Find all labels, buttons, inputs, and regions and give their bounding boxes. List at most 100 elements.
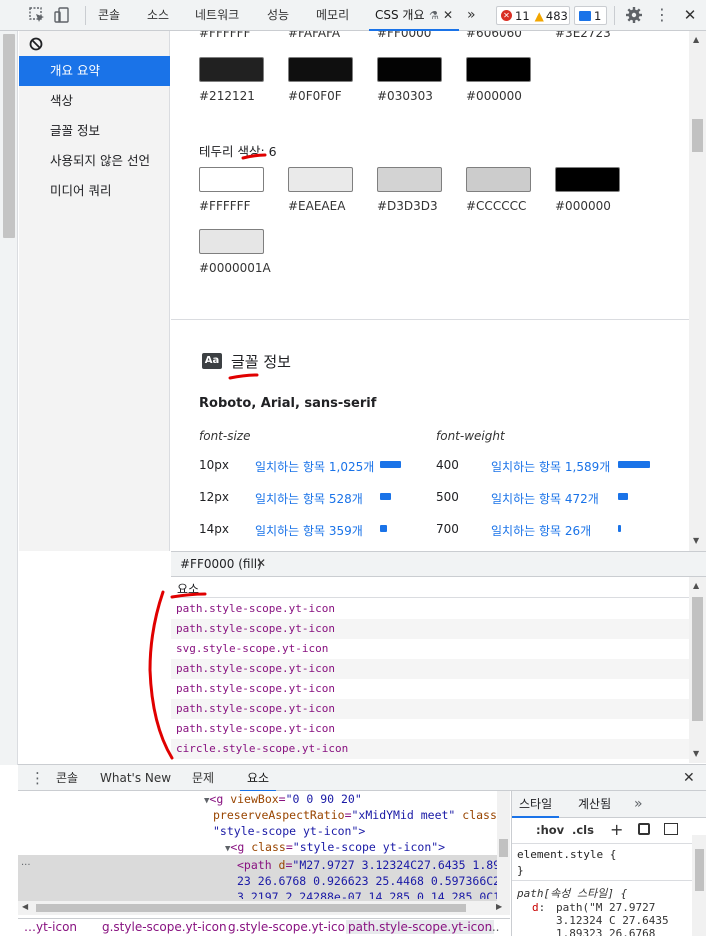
breadcrumb-item[interactable]: …yt-icon: [24, 920, 77, 934]
matching-elements-link[interactable]: 일치하는 항목 1,025개: [255, 458, 374, 475]
matching-elements-link[interactable]: 일치하는 항목 472개: [491, 490, 599, 507]
scroll-up-arrow-icon[interactable]: ▲: [693, 581, 699, 590]
class-toggle-button[interactable]: .cls: [572, 823, 594, 837]
table-row[interactable]: path.style-scope.yt-icon: [171, 659, 689, 679]
matching-elements-link[interactable]: 일치하는 항목 528개: [255, 490, 363, 507]
styles-scrollbar-thumb[interactable]: [695, 849, 704, 891]
scroll-left-arrow-icon[interactable]: ◀: [22, 902, 28, 911]
toggle-sidebar-icon[interactable]: [664, 823, 678, 835]
table-row[interactable]: svg.style-scope.yt-icon: [171, 639, 689, 659]
tab-styles[interactable]: 스타일: [512, 791, 560, 818]
sidebar-item-font-info[interactable]: 글꼴 정보: [19, 116, 170, 146]
dom-node-line[interactable]: preserveAspectRatio="xMidYMid meet" clas…: [18, 807, 510, 823]
drawer-tab-whats-new[interactable]: What's New: [100, 765, 171, 792]
column-header-elements[interactable]: 요소: [177, 580, 199, 597]
paint-brush-icon[interactable]: [638, 823, 650, 835]
drawer-tab-elements[interactable]: 요소: [240, 765, 277, 792]
main-vertical-scrollbar[interactable]: ▲ ▼: [689, 31, 706, 551]
css-property-name[interactable]: d:: [532, 901, 545, 914]
drawer-tab-console[interactable]: 콘솔: [56, 765, 78, 792]
close-selection-tab-icon[interactable]: ✕: [256, 556, 266, 570]
color-swatch[interactable]: [199, 57, 264, 82]
sidebar-item-colors[interactable]: 색상: [19, 86, 170, 116]
sidebar-item-media-queries[interactable]: 미디어 쿼리: [19, 176, 170, 206]
matching-elements-link[interactable]: 일치하는 항목 359개: [255, 522, 363, 539]
tab-sources[interactable]: 소스: [147, 0, 169, 31]
inspect-element-icon[interactable]: [27, 5, 47, 25]
sidebar-item-overview-summary[interactable]: 개요 요약: [19, 56, 170, 86]
experiment-flask-icon: ⚗: [429, 9, 439, 22]
tab-memory[interactable]: 메모리: [316, 0, 349, 31]
color-swatch[interactable]: [199, 167, 264, 192]
error-icon: ✕: [501, 10, 512, 21]
breadcrumb-item[interactable]: g.style-scope.yt-icon: [102, 920, 227, 934]
scroll-down-arrow-icon[interactable]: ▼: [693, 536, 699, 545]
font-family-name: Roboto, Arial, sans-serif: [199, 396, 377, 411]
dom-breadcrumbs: …yt-icon g.style-scope.yt-icon g.style-s…: [18, 918, 510, 936]
code-vertical-scrollbar[interactable]: [497, 791, 510, 904]
matching-elements-link[interactable]: 일치하는 항목 26개: [491, 522, 591, 539]
breadcrumb-item-selected[interactable]: path.style-scope.yt-icon: [346, 920, 495, 934]
dom-node-line[interactable]: <path d="M27.9727 3.12324C27.6435 1.893: [18, 857, 510, 873]
close-tab-icon[interactable]: ✕: [443, 0, 453, 31]
tab-performance[interactable]: 성능: [267, 0, 289, 31]
scroll-up-arrow-icon[interactable]: ▲: [693, 35, 699, 44]
info-counter[interactable]: 1: [574, 6, 607, 25]
tab-computed[interactable]: 계산됨: [578, 791, 611, 817]
color-swatch[interactable]: [466, 167, 531, 192]
color-hex-label: #FAFAFA: [288, 31, 341, 40]
elements-dom-tree[interactable]: ▼<g viewBox="0 0 90 20" preserveAspectRa…: [18, 791, 510, 918]
color-swatch[interactable]: [377, 167, 442, 192]
hover-state-button[interactable]: :hov: [536, 823, 564, 837]
tab-network[interactable]: 네트워크: [195, 0, 239, 31]
color-swatch[interactable]: [288, 57, 353, 82]
color-swatch[interactable]: [555, 167, 620, 192]
more-sidebar-tabs-button[interactable]: »: [634, 791, 643, 817]
sidebar-item-unused-declarations[interactable]: 사용되지 않은 선언: [19, 146, 170, 176]
more-tabs-button[interactable]: »: [467, 0, 476, 31]
font-aa-icon: Aa: [202, 353, 222, 369]
color-swatch[interactable]: [377, 57, 442, 82]
settings-gear-icon[interactable]: [624, 5, 644, 25]
drawer-menu-icon[interactable]: ⋮: [30, 765, 45, 792]
new-style-rule-icon[interactable]: +: [610, 820, 623, 839]
elements-scrollbar[interactable]: ▲ ▼: [689, 577, 706, 763]
clear-overview-icon[interactable]: [29, 37, 43, 51]
breadcrumb-item[interactable]: g.style-scope.yt-icon: [228, 920, 353, 934]
breadcrumb-overflow[interactable]: ...: [488, 920, 499, 934]
table-row[interactable]: path.style-scope.yt-icon: [171, 719, 689, 739]
color-swatch[interactable]: [288, 167, 353, 192]
issues-counter[interactable]: ✕ 11 ▲ 483: [496, 6, 570, 25]
table-row[interactable]: path.style-scope.yt-icon: [171, 699, 689, 719]
styles-scrollbar[interactable]: [692, 835, 706, 936]
scroll-down-arrow-icon[interactable]: ▼: [693, 749, 699, 758]
main-scrollbar-thumb[interactable]: [692, 119, 703, 152]
close-devtools-icon[interactable]: ✕: [680, 5, 700, 25]
more-options-icon[interactable]: ⋮: [652, 5, 672, 25]
font-size-value: 10px: [199, 458, 229, 472]
matching-elements-link[interactable]: 일치하는 항목 1,589개: [491, 458, 610, 475]
table-row[interactable]: path.style-scope.yt-icon: [171, 619, 689, 639]
table-row[interactable]: path.style-scope.yt-icon: [171, 599, 689, 619]
css-property-value[interactable]: path("M 27.9727 3.12324 C 27.6435 1.8932…: [556, 901, 669, 936]
tab-css-overview[interactable]: CSS 개요 ⚗ ✕: [369, 0, 459, 31]
color-swatch[interactable]: [199, 229, 264, 254]
code-horizontal-scrollbar[interactable]: ◀ ▶: [18, 901, 510, 915]
device-toolbar-icon[interactable]: [52, 5, 72, 25]
table-row[interactable]: path.style-scope.yt-icon: [171, 679, 689, 699]
attribute-style-selector[interactable]: path[속성 스타일] {: [517, 885, 627, 901]
color-swatch[interactable]: [466, 57, 531, 82]
dom-node-line[interactable]: "style-scope yt-icon">: [18, 823, 510, 839]
code-vscroll-thumb[interactable]: [499, 839, 508, 857]
close-drawer-icon[interactable]: ✕: [683, 765, 695, 792]
tab-console[interactable]: 콘솔: [98, 0, 120, 31]
tab-css-overview-label: CSS 개요: [375, 8, 425, 22]
selected-color-tab[interactable]: #FF0000 (fill): [180, 557, 262, 571]
element-style-rule[interactable]: element.style {: [517, 848, 616, 861]
left-scrollbar-thumb[interactable]: [3, 34, 15, 238]
matching-elements-table: 요소 path.style-scope.yt-icon path.style-sc…: [171, 577, 689, 763]
drawer-tab-issues[interactable]: 문제: [192, 765, 214, 792]
code-scrollbar-thumb[interactable]: [36, 904, 466, 912]
elements-scrollbar-thumb[interactable]: [692, 597, 703, 721]
table-row[interactable]: circle.style-scope.yt-icon: [171, 739, 689, 759]
